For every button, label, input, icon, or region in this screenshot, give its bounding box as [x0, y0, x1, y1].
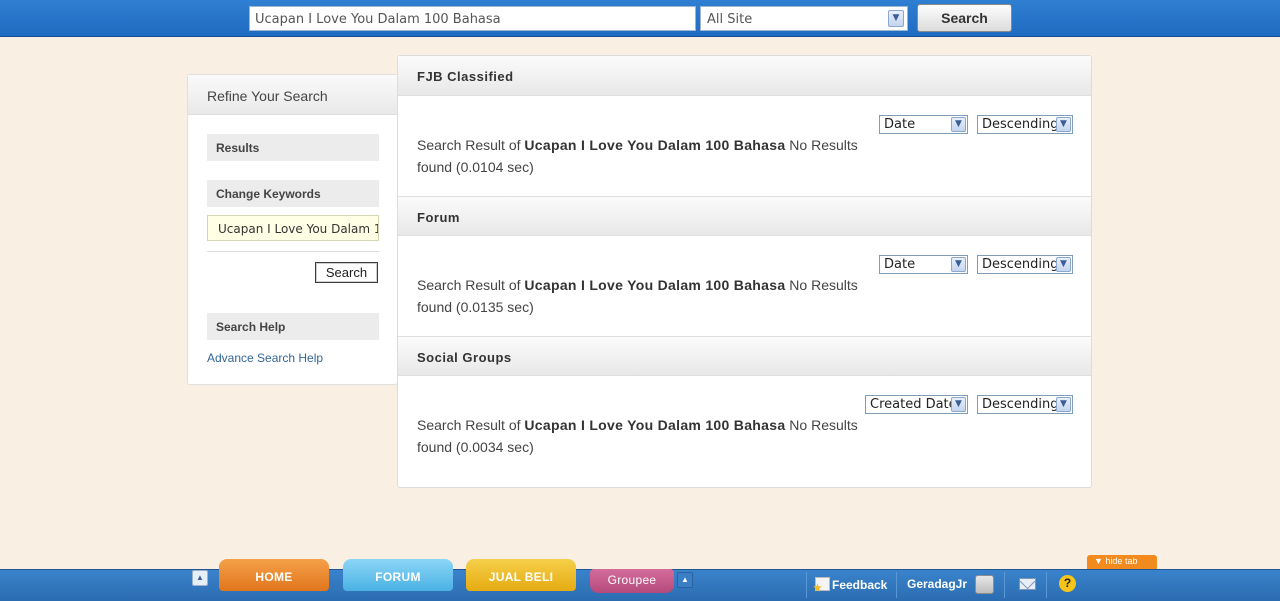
tab-home[interactable]: HOME: [219, 559, 329, 591]
expand-up-icon[interactable]: ▲: [677, 572, 693, 588]
sort-field-value: Date: [884, 257, 916, 272]
mail-icon[interactable]: [1019, 573, 1036, 590]
refine-title: Refine Your Search: [188, 75, 397, 115]
sort-order-value: Descending: [982, 397, 1059, 412]
section-title: Social Groups: [398, 336, 1091, 376]
divider: [1004, 572, 1005, 598]
sort-order-select[interactable]: Descending ▼: [977, 255, 1073, 274]
section-fjb-classified: FJB Classified Date ▼ Descending ▼ Searc…: [398, 56, 1091, 197]
sort-field-value: Date: [884, 117, 916, 132]
tab-forum[interactable]: FORUM: [343, 559, 453, 591]
result-text: Search Result of Ucapan I Love You Dalam…: [417, 134, 867, 178]
chevron-down-icon[interactable]: ▼: [1056, 117, 1071, 132]
refine-search-panel: Refine Your Search Results Change Keywor…: [187, 74, 398, 385]
sort-field-select[interactable]: Date ▼: [879, 115, 968, 134]
divider: [896, 572, 897, 598]
scroll-up-icon[interactable]: ▲: [192, 570, 208, 586]
sort-order-select[interactable]: Descending ▼: [977, 395, 1073, 414]
top-search-bar: Ucapan I Love You Dalam 100 Bahasa All S…: [0, 0, 1280, 37]
divider: [1046, 572, 1047, 598]
sort-field-select[interactable]: Date ▼: [879, 255, 968, 274]
result-prefix: Search Result of: [417, 417, 521, 433]
divider: [207, 251, 379, 252]
result-query: Ucapan I Love You Dalam 100 Bahasa: [524, 417, 786, 433]
sort-order-select[interactable]: Descending ▼: [977, 115, 1073, 134]
refine-search-button[interactable]: Search: [315, 262, 378, 283]
top-search-input[interactable]: Ucapan I Love You Dalam 100 Bahasa: [249, 6, 696, 31]
top-search-button[interactable]: Search: [917, 4, 1012, 32]
tab-jual-beli[interactable]: JUAL BELI: [466, 559, 576, 591]
chevron-down-icon[interactable]: ▼: [951, 257, 966, 272]
advance-search-help-link[interactable]: Advance Search Help: [207, 351, 323, 365]
result-prefix: Search Result of: [417, 277, 521, 293]
chevron-down-icon[interactable]: ▼: [1056, 397, 1071, 412]
chevron-down-icon[interactable]: ▼: [888, 10, 904, 27]
tab-groupee[interactable]: Groupee: [590, 569, 674, 593]
sort-order-value: Descending: [982, 257, 1059, 272]
hide-tab-label: hide tab: [1105, 556, 1138, 566]
chevron-down-icon[interactable]: ▼: [951, 117, 966, 132]
result-text: Search Result of Ucapan I Love You Dalam…: [417, 414, 867, 458]
sort-field-select[interactable]: Created Date ▼: [865, 395, 968, 414]
help-icon[interactable]: ?: [1059, 575, 1076, 592]
chevron-down-icon[interactable]: ▼: [951, 397, 966, 412]
divider: [806, 572, 807, 598]
feedback-label: Feedback: [832, 578, 888, 592]
search-help-label: Search Help: [207, 313, 379, 340]
hide-tab-button[interactable]: ▼ hide tab: [1087, 555, 1157, 569]
feedback-link[interactable]: ★ Feedback: [813, 577, 888, 594]
result-prefix: Search Result of: [417, 137, 521, 153]
section-social-groups: Social Groups Created Date ▼ Descending …: [398, 336, 1091, 477]
username-label[interactable]: GeradagJr: [907, 577, 967, 591]
result-text: Search Result of Ucapan I Love You Dalam…: [417, 274, 867, 318]
results-label[interactable]: Results: [207, 134, 379, 161]
sort-order-value: Descending: [982, 117, 1059, 132]
keyword-input[interactable]: Ucapan I Love You Dalam 100 Bahasa: [207, 215, 379, 241]
section-forum: Forum Date ▼ Descending ▼ Search Result …: [398, 196, 1091, 337]
section-title: FJB Classified: [398, 56, 1091, 96]
result-query: Ucapan I Love You Dalam 100 Bahasa: [524, 137, 786, 153]
chevron-down-icon[interactable]: ▼: [1056, 257, 1071, 272]
scope-select-value: All Site: [707, 12, 753, 27]
avatar[interactable]: [975, 575, 994, 594]
result-query: Ucapan I Love You Dalam 100 Bahasa: [524, 277, 786, 293]
scope-select[interactable]: All Site ▼: [700, 6, 908, 31]
results-panel: FJB Classified Date ▼ Descending ▼ Searc…: [397, 55, 1092, 488]
feedback-icon: ★: [813, 577, 830, 594]
section-title: Forum: [398, 196, 1091, 236]
sort-field-value: Created Date: [870, 397, 957, 412]
change-keywords-label: Change Keywords: [207, 180, 379, 207]
